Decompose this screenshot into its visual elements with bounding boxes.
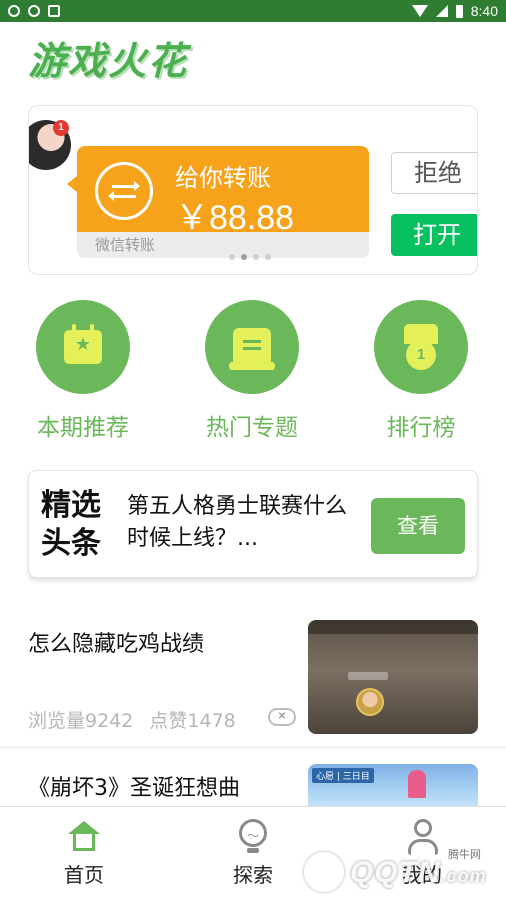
quick-entry-label: 排行榜 — [386, 415, 456, 441]
tab-label: 探索 — [233, 863, 273, 887]
home-icon — [68, 821, 100, 851]
article-thumbnail — [308, 620, 478, 734]
article-item[interactable]: 怎么隐藏吃鸡战绩 浏览量9242 点赞1478 ✕ — [0, 602, 506, 748]
status-time: 8:40 — [470, 3, 498, 19]
sync-icon — [28, 5, 40, 17]
sync-icon — [8, 5, 20, 17]
quick-entry-label: 本期推荐 — [37, 415, 129, 441]
carousel-dot — [265, 254, 271, 260]
banner-carousel[interactable]: 1 给你转账 ￥88.88 微信转账 拒绝 打开 — [28, 105, 478, 275]
quick-entry-label: 热门专题 — [206, 415, 298, 441]
headline-card[interactable]: 精选 头条 第五人格勇士联赛什么时候上线？... 查看 — [28, 470, 478, 578]
view-button[interactable]: 查看 — [371, 498, 465, 554]
headline-tag: 精选 头条 — [41, 488, 101, 561]
view-count: 浏览量9242 — [28, 710, 134, 732]
battery-icon — [455, 4, 463, 18]
quick-entry-recommend[interactable]: ★ 本期推荐 — [18, 300, 148, 442]
user-icon — [408, 819, 438, 857]
reject-button: 拒绝 — [391, 152, 477, 194]
transfer-title: 给你转账 — [175, 164, 271, 192]
status-bar: 8:40 — [0, 0, 506, 22]
transfer-card: 给你转账 ￥88.88 微信转账 — [67, 146, 369, 258]
tab-label: 我的 — [402, 863, 442, 887]
medal-icon: 1 — [404, 324, 438, 370]
quick-entry-ranking[interactable]: 1 排行榜 — [356, 300, 486, 442]
bottom-tab-bar: 首页 〜 探索 我的 — [0, 806, 506, 900]
tab-profile[interactable]: 我的 — [338, 807, 506, 900]
wifi-icon — [411, 5, 428, 17]
cell-signal-icon — [435, 5, 448, 17]
open-button: 打开 — [391, 214, 477, 256]
tab-home[interactable]: 首页 — [0, 807, 168, 900]
notification-badge: 1 — [53, 120, 69, 136]
headline-text: 第五人格勇士联赛什么时候上线？... — [127, 494, 348, 551]
article-stats: 浏览量9242 点赞1478 — [28, 706, 236, 733]
tab-explore[interactable]: 〜 探索 — [169, 807, 337, 900]
carousel-dot — [229, 254, 235, 260]
thumbnail-badge: 心愿 | 三日目 — [312, 768, 374, 783]
like-count: 点赞1478 — [149, 710, 236, 732]
article-title: 《崩坏3》圣诞狂想曲 — [28, 776, 240, 801]
lightbulb-icon: 〜 — [239, 819, 267, 855]
carousel-dots — [229, 254, 271, 260]
quick-entry-topics[interactable]: 热门专题 — [187, 300, 317, 442]
transfer-footer: 微信转账 — [77, 232, 369, 258]
calendar-star-icon: ★ — [64, 324, 102, 364]
app-title: 游戏火花 — [28, 39, 189, 83]
tab-label: 首页 — [64, 863, 104, 887]
carousel-dot — [253, 254, 259, 260]
article-title: 怎么隐藏吃鸡战绩 — [28, 632, 205, 657]
article-item[interactable]: 《崩坏3》圣诞狂想曲 心愿 | 三日目 — [0, 748, 506, 808]
dislike-icon[interactable]: ✕ — [268, 708, 296, 726]
carousel-dot-active — [241, 254, 247, 260]
article-thumbnail: 心愿 | 三日目 — [308, 764, 478, 808]
image-icon — [48, 5, 60, 17]
document-icon — [229, 328, 275, 370]
transfer-arrows-icon — [95, 162, 153, 220]
